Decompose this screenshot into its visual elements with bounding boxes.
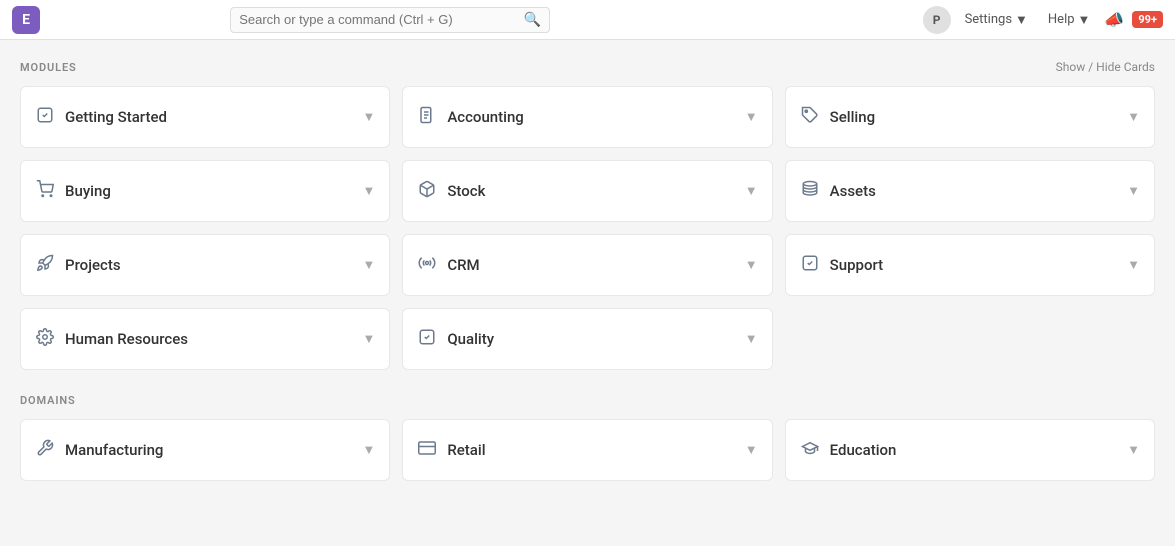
retail-chevron-icon: ▼ [745,442,758,458]
card-left-quality: Quality [417,328,494,350]
card-left-crm: CRM [417,254,479,276]
card-selling[interactable]: Selling ▼ [785,86,1155,148]
avatar: P [923,6,951,34]
quality-chevron-icon: ▼ [745,331,758,347]
human-resources-icon [35,328,55,350]
selling-chevron-icon: ▼ [1127,109,1140,125]
assets-label: Assets [830,182,876,200]
education-icon [800,439,820,461]
getting-started-label: Getting Started [65,108,167,126]
modules-section-label: MODULES [20,61,77,74]
notification-badge: 99+ [1132,11,1163,28]
settings-chevron-icon: ▼ [1015,12,1028,28]
card-accounting[interactable]: Accounting ▼ [402,86,772,148]
quality-label: Quality [447,330,494,348]
search-icon: 🔍 [524,12,541,28]
main-content: MODULES Show / Hide Cards Getting Starte… [0,40,1175,525]
card-left-selling: Selling [800,106,875,128]
assets-chevron-icon: ▼ [1127,183,1140,199]
card-left-support: Support [800,254,883,276]
help-button[interactable]: Help ▼ [1042,9,1097,31]
stock-label: Stock [447,182,485,200]
card-left-assets: Assets [800,180,876,202]
settings-button[interactable]: Settings ▼ [959,9,1034,31]
card-left-accounting: Accounting [417,106,523,128]
projects-label: Projects [65,256,121,274]
card-left-education: Education [800,439,897,461]
accounting-icon [417,106,437,128]
manufacturing-icon [35,439,55,461]
education-label: Education [830,441,897,459]
card-getting-started[interactable]: Getting Started ▼ [20,86,390,148]
domains-grid: Manufacturing ▼ Retail ▼ Education ▼ [20,419,1155,481]
card-left-retail: Retail [417,439,485,461]
projects-icon [35,254,55,276]
topbar: E 🔍 P Settings ▼ Help ▼ 📣 99+ [0,0,1175,40]
getting-started-chevron-icon: ▼ [362,109,375,125]
search-input[interactable] [239,12,518,27]
card-retail[interactable]: Retail ▼ [402,419,772,481]
card-buying[interactable]: Buying ▼ [20,160,390,222]
manufacturing-chevron-icon: ▼ [362,442,375,458]
education-chevron-icon: ▼ [1127,442,1140,458]
card-stock[interactable]: Stock ▼ [402,160,772,222]
accounting-chevron-icon: ▼ [745,109,758,125]
card-left-projects: Projects [35,254,121,276]
domains-section-label: DOMAINS [20,394,76,407]
help-label: Help [1048,12,1075,27]
card-quality[interactable]: Quality ▼ [402,308,772,370]
card-left-stock: Stock [417,180,485,202]
modules-header: MODULES Show / Hide Cards [20,60,1155,74]
topbar-right: P Settings ▼ Help ▼ 📣 99+ [923,6,1163,34]
getting-started-icon [35,106,55,128]
manufacturing-label: Manufacturing [65,441,163,459]
card-left-getting-started: Getting Started [35,106,167,128]
card-crm[interactable]: CRM ▼ [402,234,772,296]
quality-icon [417,328,437,350]
stock-icon [417,180,437,202]
settings-label: Settings [965,12,1012,27]
selling-icon [800,106,820,128]
domains-header: DOMAINS [20,394,1155,407]
card-assets[interactable]: Assets ▼ [785,160,1155,222]
human-resources-chevron-icon: ▼ [362,331,375,347]
notification-icon[interactable]: 📣 [1104,10,1124,29]
accounting-label: Accounting [447,108,523,126]
assets-icon [800,180,820,202]
help-chevron-icon: ▼ [1078,12,1091,28]
card-empty [785,308,1155,370]
card-human-resources[interactable]: Human Resources ▼ [20,308,390,370]
crm-chevron-icon: ▼ [745,257,758,273]
buying-chevron-icon: ▼ [362,183,375,199]
card-left-human-resources: Human Resources [35,328,188,350]
card-manufacturing[interactable]: Manufacturing ▼ [20,419,390,481]
support-label: Support [830,256,883,274]
search-bar[interactable]: 🔍 [230,7,550,33]
stock-chevron-icon: ▼ [745,183,758,199]
crm-label: CRM [447,256,479,274]
human-resources-label: Human Resources [65,330,188,348]
card-left-manufacturing: Manufacturing [35,439,163,461]
support-chevron-icon: ▼ [1127,257,1140,273]
projects-chevron-icon: ▼ [362,257,375,273]
support-icon [800,254,820,276]
modules-grid: Getting Started ▼ Accounting ▼ Selling ▼ [20,86,1155,370]
retail-label: Retail [447,441,485,459]
card-education[interactable]: Education ▼ [785,419,1155,481]
card-support[interactable]: Support ▼ [785,234,1155,296]
crm-icon [417,254,437,276]
card-left-buying: Buying [35,180,111,202]
selling-label: Selling [830,108,875,126]
show-hide-cards-link[interactable]: Show / Hide Cards [1056,60,1155,74]
app-icon[interactable]: E [12,6,40,34]
retail-icon [417,439,437,461]
buying-label: Buying [65,182,111,200]
buying-icon [35,180,55,202]
card-projects[interactable]: Projects ▼ [20,234,390,296]
